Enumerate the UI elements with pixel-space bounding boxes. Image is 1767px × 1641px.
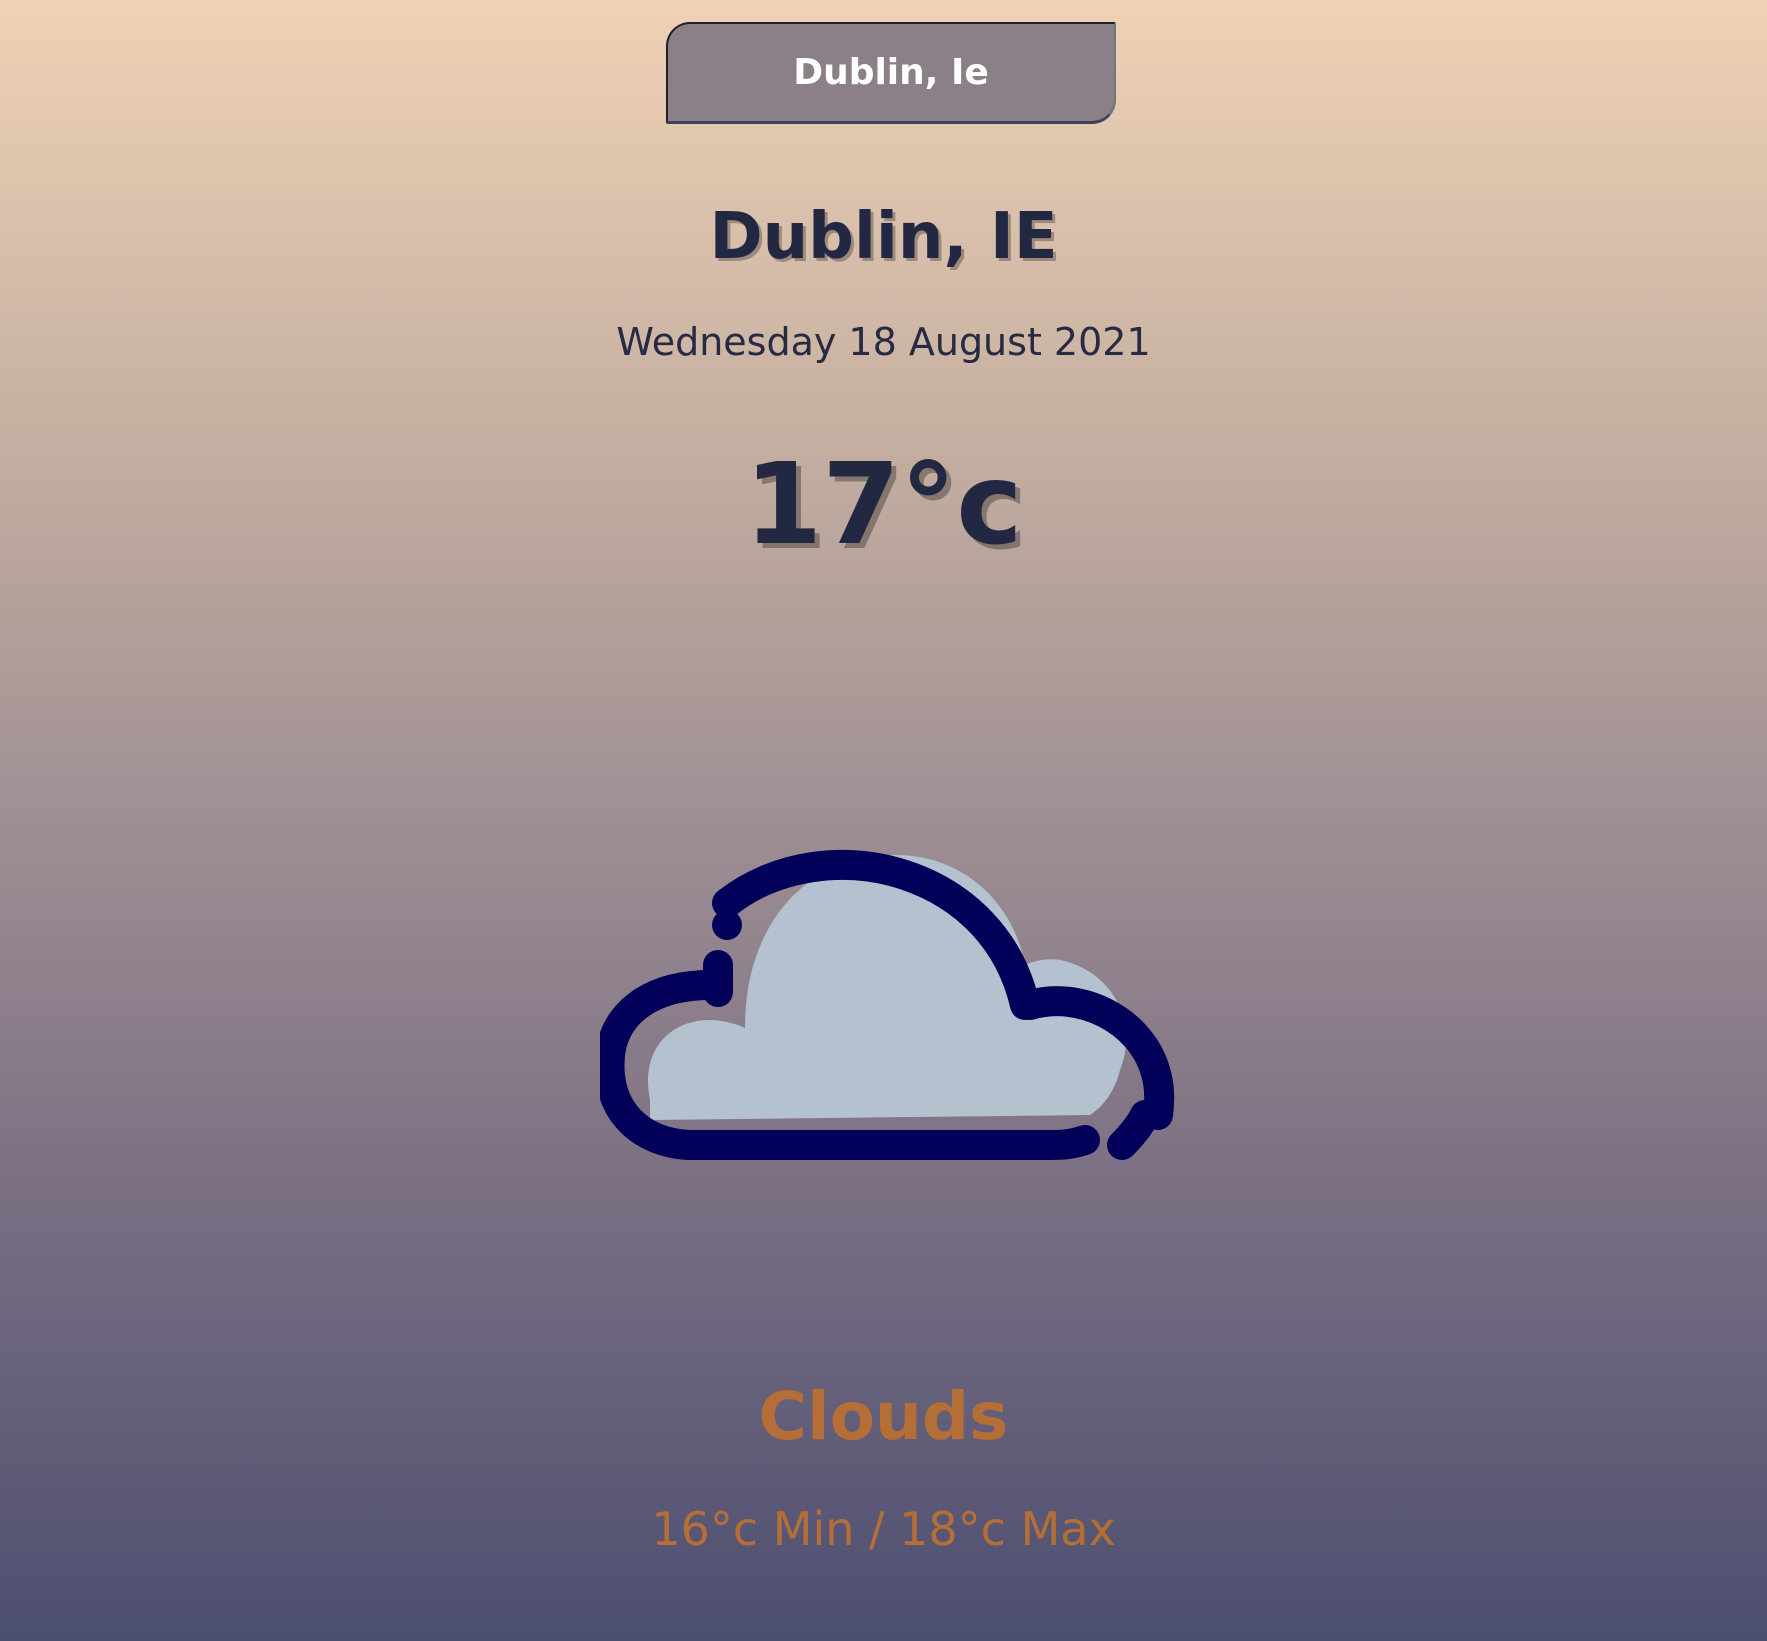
weather-icon-container xyxy=(600,800,1180,1170)
min-max-temperature: 16°c Min / 18°c Max xyxy=(651,1502,1116,1556)
date-text: Wednesday 18 August 2021 xyxy=(616,320,1151,364)
location-title: Dublin, IE xyxy=(709,200,1058,274)
weather-condition: Clouds xyxy=(758,1378,1009,1455)
search-input[interactable] xyxy=(666,22,1116,124)
temperature: 17°c xyxy=(744,440,1023,570)
cloud-icon xyxy=(600,849,1175,1160)
